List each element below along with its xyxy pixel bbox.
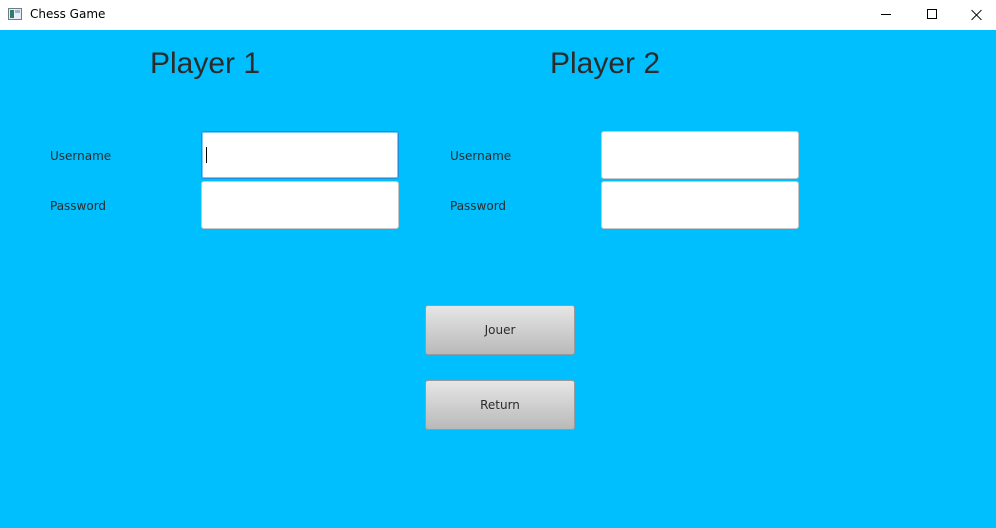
close-icon: [971, 9, 983, 21]
close-button[interactable]: [955, 0, 996, 30]
player1-password-input[interactable]: [201, 181, 399, 229]
player2-username-label: Username: [450, 149, 512, 163]
player1-username-label: Username: [50, 149, 112, 163]
player2-password-input[interactable]: [601, 181, 799, 229]
text-caret: [206, 147, 207, 163]
return-button[interactable]: Return: [425, 380, 575, 430]
chess-app-icon: [8, 8, 22, 20]
title-bar: Chess Game: [0, 0, 996, 30]
player1-password-label: Password: [50, 199, 107, 213]
player2-username-input[interactable]: [601, 131, 799, 179]
chess-game-window: Chess Game Player 1 Username Password Pl…: [0, 0, 996, 528]
player1-username-input[interactable]: [201, 131, 399, 179]
player2-password-label: Password: [450, 199, 507, 213]
player2-title: Player 2: [550, 47, 661, 80]
minimize-button[interactable]: [863, 0, 909, 30]
player1-title: Player 1: [150, 47, 261, 80]
maximize-button[interactable]: [909, 0, 955, 30]
maximize-icon: [927, 9, 937, 19]
minimize-icon: [881, 14, 891, 15]
play-button[interactable]: Jouer: [425, 305, 575, 355]
window-title: Chess Game: [30, 7, 106, 21]
login-panel: Player 1 Username Password Player 2 User…: [0, 30, 996, 528]
